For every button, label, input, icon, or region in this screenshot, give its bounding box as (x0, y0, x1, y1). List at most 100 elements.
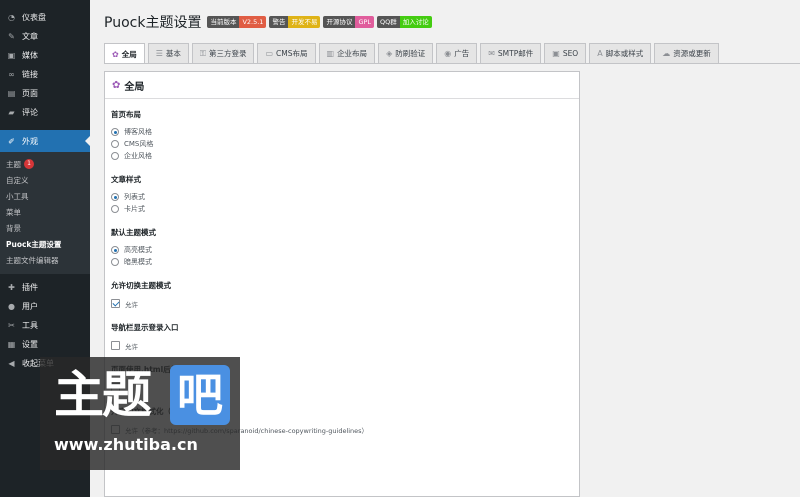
checkbox-label: 允许 (125, 300, 138, 309)
sidebar-item-label: 文章 (22, 32, 38, 41)
submenu-label: 自定义 (6, 175, 29, 185)
badge-key: 开源协议 (323, 16, 356, 28)
submenu-label: 主题 (6, 159, 21, 169)
badge-key: 警告 (269, 16, 289, 28)
sidebar-item[interactable]: ▦ 设置 (0, 335, 90, 354)
tab-1[interactable]: ☰ 基本 (147, 43, 189, 63)
sidebar-item-label: 设置 (22, 340, 38, 349)
submenu-item[interactable]: 背景 (0, 220, 90, 236)
radio-button[interactable] (111, 258, 119, 266)
tab-6[interactable]: ◉ 广告 (436, 43, 478, 63)
tab-0[interactable]: ✿ 全局 (104, 43, 145, 64)
ad-icon: ◉ (444, 49, 452, 58)
radio-button[interactable] (111, 152, 119, 160)
gear-icon: ✿ (112, 79, 121, 91)
watermark-box-text: 吧 (177, 368, 223, 422)
radio-option[interactable]: 博客风格 (111, 126, 573, 138)
tab-label: 资源或更新 (673, 49, 711, 58)
radio-option[interactable]: 暗黑模式 (111, 256, 573, 268)
sidebar-item[interactable]: ◔ 仪表盘 (0, 8, 90, 27)
checkbox[interactable] (111, 341, 120, 350)
tab-label: 基本 (165, 49, 181, 58)
badge-value: 加入讨论 (399, 16, 432, 28)
appearance-submenu: 主题 1 自定义小工具菜单 背景 Puock主题设置 主题文件编辑器 (0, 152, 90, 274)
sidebar-item[interactable]: ✚ 插件 (0, 278, 90, 297)
radio-option[interactable]: 卡片式 (111, 203, 573, 215)
field-label: 导航栏显示登录入口 (111, 323, 179, 332)
sidebar-item-label: 工具 (22, 321, 38, 330)
panel-title: 全局 (124, 81, 145, 93)
radio-label: 博客风格 (124, 128, 152, 136)
tab-7[interactable]: ✉ SMTP邮件 (480, 43, 542, 63)
radio-label: 高亮模式 (124, 246, 152, 254)
submenu-item[interactable]: 主题 1 (0, 156, 90, 172)
submenu-item[interactable]: Puock主题设置 (0, 236, 90, 252)
tab-label: 脚本或样式 (605, 49, 644, 58)
tab-2[interactable]: ⚿ 第三方登录 (191, 43, 255, 63)
submenu-item[interactable]: 小工具 (0, 188, 90, 204)
radio-button[interactable] (111, 205, 119, 213)
field-label: 首页布局 (111, 110, 141, 119)
sidebar-item[interactable]: ∞ 链接 (0, 65, 90, 84)
sidebar-item[interactable]: ▤ 页面 (0, 84, 90, 103)
radio-button[interactable] (111, 140, 119, 148)
tab-4[interactable]: ▥ 企业布局 (318, 43, 376, 63)
tab-3[interactable]: ▭ CMS布局 (257, 43, 316, 63)
status-badge[interactable]: 警告 开发不易 (269, 16, 321, 28)
sidebar-item-appearance[interactable]: ✐ 外观 (0, 130, 90, 152)
radio-option[interactable]: 企业风格 (111, 150, 573, 162)
settings-tabs: ✿ 全局 ☰ 基本 ⚿ 第三方登录 ▭ CMS布局 ▥ 企业布局 ◈ 防刷验证 ◉ 广告 ✉ SMTP邮件 ▣ S… (104, 43, 722, 64)
sidebar-item[interactable]: ✂ 工具 (0, 316, 90, 335)
cloud-icon: ☁ (662, 49, 671, 58)
checkbox-label: 允许 (125, 342, 138, 351)
checkbox-option[interactable]: 允许 (111, 297, 573, 310)
seo-icon: ▣ (552, 49, 560, 58)
setting-field: 导航栏显示登录入口允许 (111, 322, 573, 352)
collapse-icon: ◀ (8, 359, 15, 368)
building-icon: ▥ (326, 49, 335, 58)
page-title: Puock主题设置 (104, 15, 202, 31)
watermark: 主题 吧 www.zhutiba.cn (40, 357, 240, 470)
radio-option[interactable]: CMS风格 (111, 138, 573, 150)
submenu-item[interactable]: 菜单 (0, 204, 90, 220)
setting-field: 首页布局博客风格 CMS风格 企业风格 (111, 109, 573, 162)
mail-icon: ✉ (488, 49, 495, 58)
tab-10[interactable]: ☁ 资源或更新 (654, 43, 719, 63)
setting-field: 允许切换主题模式 允许 (111, 280, 573, 310)
status-badge[interactable]: QQ群 加入讨论 (377, 16, 432, 28)
badge-value: GPL (355, 16, 375, 28)
tab-8[interactable]: ▣ SEO (544, 43, 587, 63)
radio-button[interactable] (111, 193, 119, 201)
radio-option[interactable]: 列表式 (111, 191, 573, 203)
sidebar-item[interactable]: ▰ 评论 (0, 103, 90, 122)
radio-label: 卡片式 (124, 205, 145, 213)
list-icon: ☰ (155, 49, 163, 58)
panel-header: ✿ 全局 (105, 72, 579, 99)
tab-label: 防刷验证 (395, 49, 426, 58)
setting-field: 文章样式列表式卡片式 (111, 174, 573, 215)
submenu-item[interactable]: 自定义 (0, 172, 90, 188)
gear-icon: ✿ (112, 49, 119, 59)
radio-option[interactable]: 高亮模式 (111, 244, 573, 256)
field-label: 文章样式 (111, 175, 141, 184)
checkbox-option[interactable]: 允许 (111, 339, 573, 352)
sidebar-item[interactable]: ✎ 文章 (0, 27, 90, 46)
sidebar-item[interactable]: ▣ 媒体 (0, 46, 90, 65)
status-badge[interactable]: 当前版本 V2.5.1 (207, 16, 267, 28)
tab-9[interactable]: A 脚本或样式 (589, 43, 652, 63)
sidebar-item-label: 评论 (22, 108, 38, 117)
status-badge[interactable]: 开源协议 GPL (323, 16, 375, 28)
comment-icon: ▰ (8, 108, 15, 117)
update-count-badge: 1 (24, 159, 34, 169)
tab-label: 广告 (454, 49, 470, 58)
sidebar-item-label: 用户 (22, 302, 38, 311)
submenu-item[interactable]: 主题文件编辑器 (0, 252, 90, 268)
radio-button[interactable] (111, 246, 119, 254)
tab-divider (104, 63, 800, 64)
plugin-icon: ✚ (8, 283, 15, 292)
sidebar-item[interactable]: ● 用户 (0, 297, 90, 316)
tab-5[interactable]: ◈ 防刷验证 (378, 43, 434, 63)
checkbox[interactable] (111, 299, 120, 308)
radio-button[interactable] (111, 128, 119, 136)
submenu-label: 小工具 (6, 191, 29, 201)
